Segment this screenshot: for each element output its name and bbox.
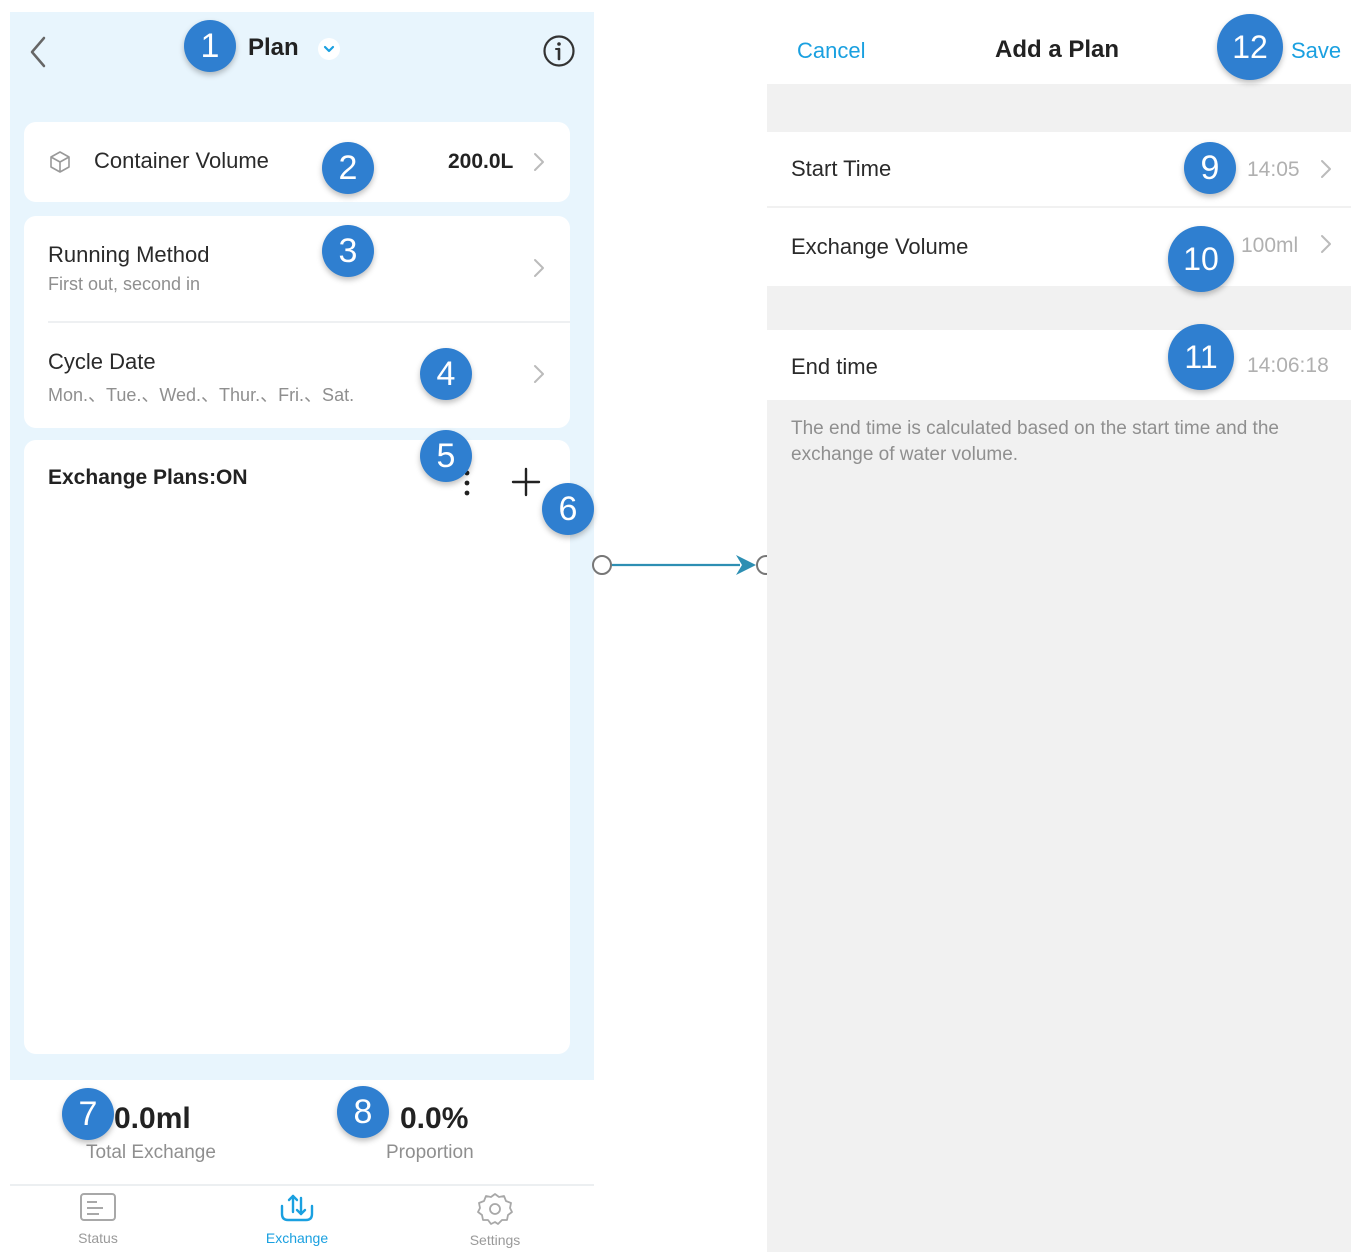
status-icon <box>80 1193 116 1221</box>
cycle-date-value: Mon.、Tue.、Wed.、Thur.、Fri.、Sat. <box>48 385 355 405</box>
callout-badge: 8 <box>337 1086 389 1138</box>
total-exchange-label: Total Exchange <box>86 1142 216 1163</box>
exchange-plans-title: Exchange Plans:ON <box>48 466 248 489</box>
proportion-label: Proportion <box>386 1142 474 1163</box>
callout-badge: 12 <box>1217 14 1283 80</box>
flow-arrow <box>592 555 776 575</box>
end-time-label: End time <box>791 354 878 379</box>
container-volume-row[interactable]: Container Volume 200.0L <box>24 122 570 202</box>
callout-badge: 1 <box>184 20 236 72</box>
nav-exchange[interactable]: Exchange <box>237 1192 357 1252</box>
end-time-value: 14:06:18 <box>1247 354 1329 377</box>
exchange-plans-card: Exchange Plans:ON <box>24 440 570 1054</box>
exchange-icon <box>280 1194 314 1222</box>
proportion-value: 0.0% <box>400 1102 469 1135</box>
add-plan-icon[interactable] <box>510 466 542 498</box>
callout-badge: 7 <box>62 1088 114 1140</box>
callout-badge: 10 <box>1168 226 1234 292</box>
callout-badge: 6 <box>542 483 594 535</box>
schedule-settings-card: Running Method First out, second in Cycl… <box>24 216 570 428</box>
add-plan-screen: Cancel Add a Plan Save Start Time 14:05 … <box>767 0 1351 1252</box>
nav-status[interactable]: Status <box>38 1192 158 1252</box>
callout-badge: 2 <box>322 142 374 194</box>
chevron-right-icon <box>534 259 544 277</box>
chevron-right-icon <box>534 365 544 383</box>
page-title: Add a Plan <box>995 36 1120 63</box>
start-time-value: 14:05 <box>1247 158 1300 181</box>
start-time-row[interactable]: Start Time 14:05 <box>767 132 1351 206</box>
running-method-row[interactable]: Running Method First out, second in <box>24 216 570 322</box>
back-chevron-icon[interactable] <box>24 34 54 70</box>
info-icon[interactable] <box>542 34 576 68</box>
cube-icon <box>50 151 70 173</box>
callout-badge: 11 <box>1168 324 1234 390</box>
end-time-row: End time 14:06:18 <box>767 330 1351 400</box>
exchange-volume-value: 100ml <box>1241 234 1299 257</box>
chevron-right-icon <box>1321 160 1331 178</box>
chevron-right-icon <box>534 153 544 171</box>
container-volume-label: Container Volume <box>94 148 269 173</box>
running-method-value: First out, second in <box>48 274 201 294</box>
callout-badge: 9 <box>1184 142 1236 194</box>
save-button[interactable]: Save <box>1291 38 1341 64</box>
gear-icon <box>477 1193 513 1225</box>
nav-settings[interactable]: Settings <box>435 1192 555 1252</box>
callout-badge: 3 <box>322 225 374 277</box>
cycle-date-row[interactable]: Cycle Date Mon.、Tue.、Wed.、Thur.、Fri.、Sat… <box>24 323 570 428</box>
page-title[interactable]: Plan <box>248 34 299 62</box>
chevron-down-icon[interactable] <box>318 38 340 60</box>
total-exchange-value: 0.0ml <box>114 1102 191 1135</box>
plan-screen: Plan Container Volume 200.0L Running Met… <box>10 12 594 1252</box>
end-time-note: The end time is calculated based on the … <box>791 418 1279 465</box>
nav-settings-label: Settings <box>469 1232 521 1248</box>
exchange-volume-label: Exchange Volume <box>791 234 969 259</box>
running-method-label: Running Method <box>48 242 210 267</box>
cycle-date-label: Cycle Date <box>48 349 156 374</box>
exchange-volume-row[interactable]: Exchange Volume 100ml <box>767 208 1351 286</box>
chevron-right-icon <box>1321 235 1331 253</box>
callout-badge: 4 <box>420 348 472 400</box>
container-volume-value: 200.0L <box>448 150 514 173</box>
divider <box>10 1184 594 1186</box>
nav-status-label: Status <box>78 1230 118 1246</box>
callout-badge: 5 <box>420 430 472 482</box>
nav-exchange-label: Exchange <box>265 1230 329 1246</box>
start-time-label: Start Time <box>791 156 892 181</box>
cancel-button[interactable]: Cancel <box>797 38 865 64</box>
